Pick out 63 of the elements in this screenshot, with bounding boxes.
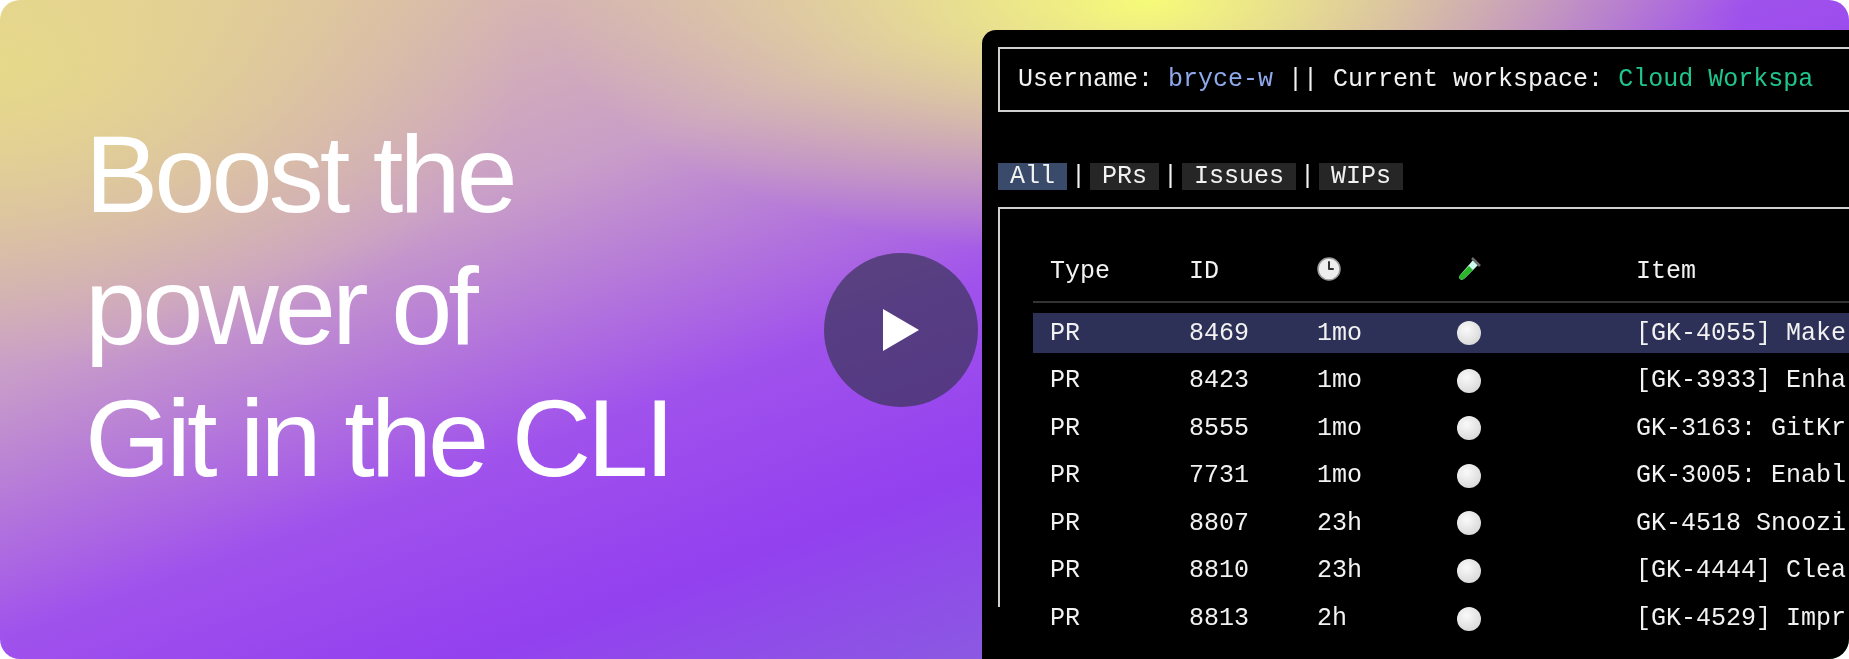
- item-cell: GK-3163: GitKr: [1636, 413, 1847, 443]
- id-cell: 8555: [1189, 413, 1249, 443]
- table-row[interactable]: PR 8807 23h GK-4518 Snoozi: [1033, 503, 1849, 544]
- table-row[interactable]: PR 8813 2h [GK-4529] Impr: [1033, 598, 1849, 639]
- table-row[interactable]: PR 8469 1mo [GK-4055] Make: [1033, 313, 1849, 353]
- play-icon: [881, 307, 921, 353]
- type-cell: PR: [1050, 366, 1080, 396]
- type-cell: PR: [1050, 413, 1080, 443]
- clock-icon: [1317, 257, 1341, 281]
- username: bryce-w: [1168, 65, 1274, 94]
- item-cell: GK-4518 Snoozi: [1636, 508, 1847, 538]
- tab-separator: |: [1162, 162, 1180, 191]
- filter-tab[interactable]: WIPs: [1319, 163, 1404, 190]
- age-cell: 23h: [1317, 508, 1362, 538]
- workspace-name: Cloud Workspa: [1618, 65, 1814, 94]
- table-row[interactable]: PR 8423 1mo [GK-3933] Enha: [1033, 360, 1849, 401]
- id-cell: 8810: [1189, 556, 1249, 586]
- tab-separator: |: [1070, 162, 1088, 191]
- item-cell: [GK-4444] Clea: [1636, 556, 1847, 586]
- column-header: ID: [1189, 257, 1219, 286]
- status-dot-icon: [1457, 416, 1481, 441]
- age-cell: 1mo: [1317, 318, 1362, 348]
- username-label: Username:: [1018, 65, 1154, 94]
- id-cell: 8813: [1189, 604, 1249, 634]
- type-cell: PR: [1050, 461, 1080, 491]
- table-row[interactable]: PR 8555 1mo GK-3163: GitKr: [1033, 408, 1849, 449]
- item-cell: GK-3005: Enabl: [1636, 461, 1847, 491]
- type-cell: PR: [1050, 508, 1080, 538]
- id-cell: 8807: [1189, 508, 1249, 538]
- id-cell: 8469: [1189, 318, 1249, 348]
- status-dot-icon: [1457, 558, 1481, 583]
- status-dot-icon: [1457, 511, 1481, 536]
- filter-tab[interactable]: Issues: [1182, 163, 1297, 190]
- test-tube-icon: [1457, 257, 1481, 283]
- status-dot-icon: [1457, 321, 1481, 345]
- divider-text: ||: [1288, 65, 1319, 94]
- column-header: Type: [1050, 257, 1110, 286]
- age-cell: 1mo: [1317, 366, 1362, 396]
- headline: power of: [85, 243, 475, 369]
- id-cell: 7731: [1189, 461, 1249, 491]
- status-dot-icon: [1457, 368, 1481, 393]
- filter-tab[interactable]: All: [998, 163, 1067, 190]
- age-cell: 2h: [1317, 604, 1347, 634]
- item-cell: [GK-4529] Impr: [1636, 604, 1847, 634]
- headline: Git in the CLI: [85, 375, 671, 501]
- column-header: Item: [1636, 257, 1696, 286]
- table-row[interactable]: PR 7731 1mo GK-3005: Enabl: [1033, 455, 1849, 496]
- status-dot-icon: [1457, 463, 1481, 488]
- id-cell: 8423: [1189, 366, 1249, 396]
- item-cell: [GK-4055] Make: [1636, 318, 1847, 348]
- table-row[interactable]: PR 8810 23h [GK-4444] Clea: [1033, 550, 1849, 591]
- tab-separator: |: [1299, 162, 1317, 191]
- type-cell: PR: [1050, 318, 1080, 348]
- headline: Boost the: [85, 111, 514, 237]
- age-cell: 1mo: [1317, 413, 1362, 443]
- age-cell: 1mo: [1317, 461, 1362, 491]
- type-cell: PR: [1050, 556, 1080, 586]
- filter-tab[interactable]: PRs: [1090, 163, 1160, 190]
- workspace-label: Current workspace:: [1333, 65, 1604, 94]
- type-cell: PR: [1050, 604, 1080, 634]
- age-cell: 23h: [1317, 556, 1362, 586]
- item-cell: [GK-3933] Enha: [1636, 366, 1847, 396]
- status-dot-icon: [1457, 606, 1481, 631]
